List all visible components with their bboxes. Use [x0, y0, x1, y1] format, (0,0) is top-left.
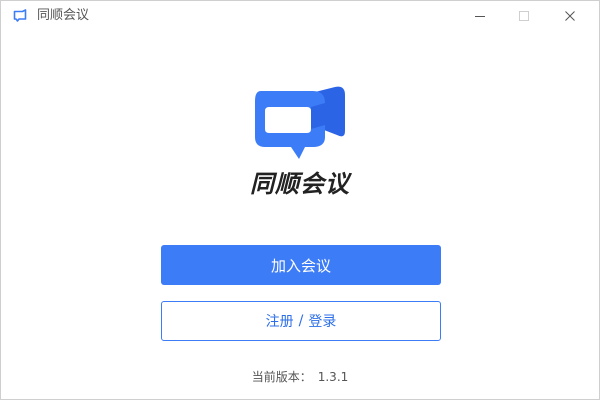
window-title: 同顺会议 — [37, 8, 90, 23]
separator: / — [298, 313, 304, 329]
app-window: 同顺会议 同顺会议 加入会议 注册 / 登录 当前版本： 1.3.1 — [0, 0, 600, 400]
brand-name: 同顺会议 — [250, 170, 350, 198]
close-button[interactable] — [547, 1, 593, 31]
close-icon — [565, 11, 575, 21]
video-chat-icon — [13, 9, 27, 22]
minimize-button[interactable] — [457, 1, 503, 31]
minimize-icon — [475, 15, 485, 17]
title-bar[interactable]: 同顺会议 — [1, 1, 599, 31]
version-number: 1.3.1 — [317, 370, 349, 384]
register-login-button: 注册 / 登录 — [161, 301, 441, 341]
maximize-icon — [519, 11, 529, 21]
login-link[interactable]: 登录 — [308, 311, 336, 331]
register-link[interactable]: 注册 — [266, 311, 294, 331]
join-meeting-button[interactable]: 加入会议 — [161, 245, 441, 285]
video-chat-bubble-icon — [255, 86, 345, 159]
version-label: 当前版本： — [251, 370, 312, 384]
version-info: 当前版本： 1.3.1 — [1, 369, 599, 385]
maximize-button[interactable] — [501, 1, 547, 31]
